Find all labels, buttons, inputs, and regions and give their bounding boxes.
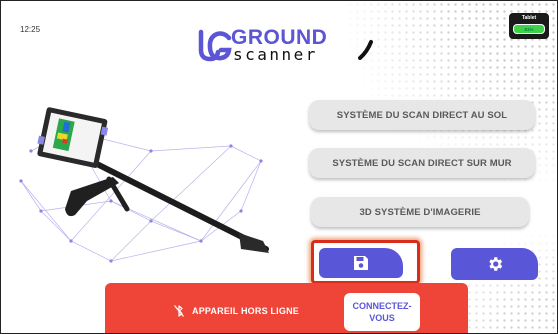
status-time: 12:25 <box>20 25 41 34</box>
tablet-battery-widget: Tablet 81% <box>509 13 549 39</box>
gear-icon <box>488 257 502 271</box>
connect-label-line1: CONNECTEZ- <box>352 301 412 311</box>
connect-label-line2: VOUS <box>369 313 395 323</box>
imaging-3d-button[interactable]: 3D SYSTÈME D'IMAGERIE <box>311 197 529 227</box>
wall-scan-button[interactable]: SYSTÈME DU SCAN DIRECT SUR MUR <box>309 148 535 178</box>
offline-status-banner: APPAREIL HORS LIGNE CONNECTEZ- VOUS <box>105 283 468 333</box>
settings-button[interactable] <box>451 248 538 280</box>
battery-level: 81% <box>524 26 534 32</box>
logo-text-scanner: scanner <box>233 45 318 64</box>
connect-button[interactable]: CONNECTEZ- VOUS <box>344 293 420 331</box>
offline-status-text: APPAREIL HORS LIGNE <box>192 306 299 316</box>
bluetooth-off-icon <box>174 305 184 317</box>
save-button[interactable] <box>319 248 403 278</box>
tablet-label: Tablet <box>521 15 537 21</box>
battery-icon: 81% <box>513 24 545 34</box>
app-screen: 12:25 Tablet 81% GROUND scanner SYSTÈME … <box>0 0 558 334</box>
logo-swoosh-icon <box>358 40 373 60</box>
connect-button-label: CONNECTEZ- VOUS <box>353 300 412 324</box>
ground-scan-button[interactable]: SYSTÈME DU SCAN DIRECT AU SOL <box>309 100 535 130</box>
app-logo: GROUND scanner <box>197 26 377 66</box>
scanner-device-illustration <box>19 107 269 263</box>
floppy-disk-icon <box>354 256 368 270</box>
